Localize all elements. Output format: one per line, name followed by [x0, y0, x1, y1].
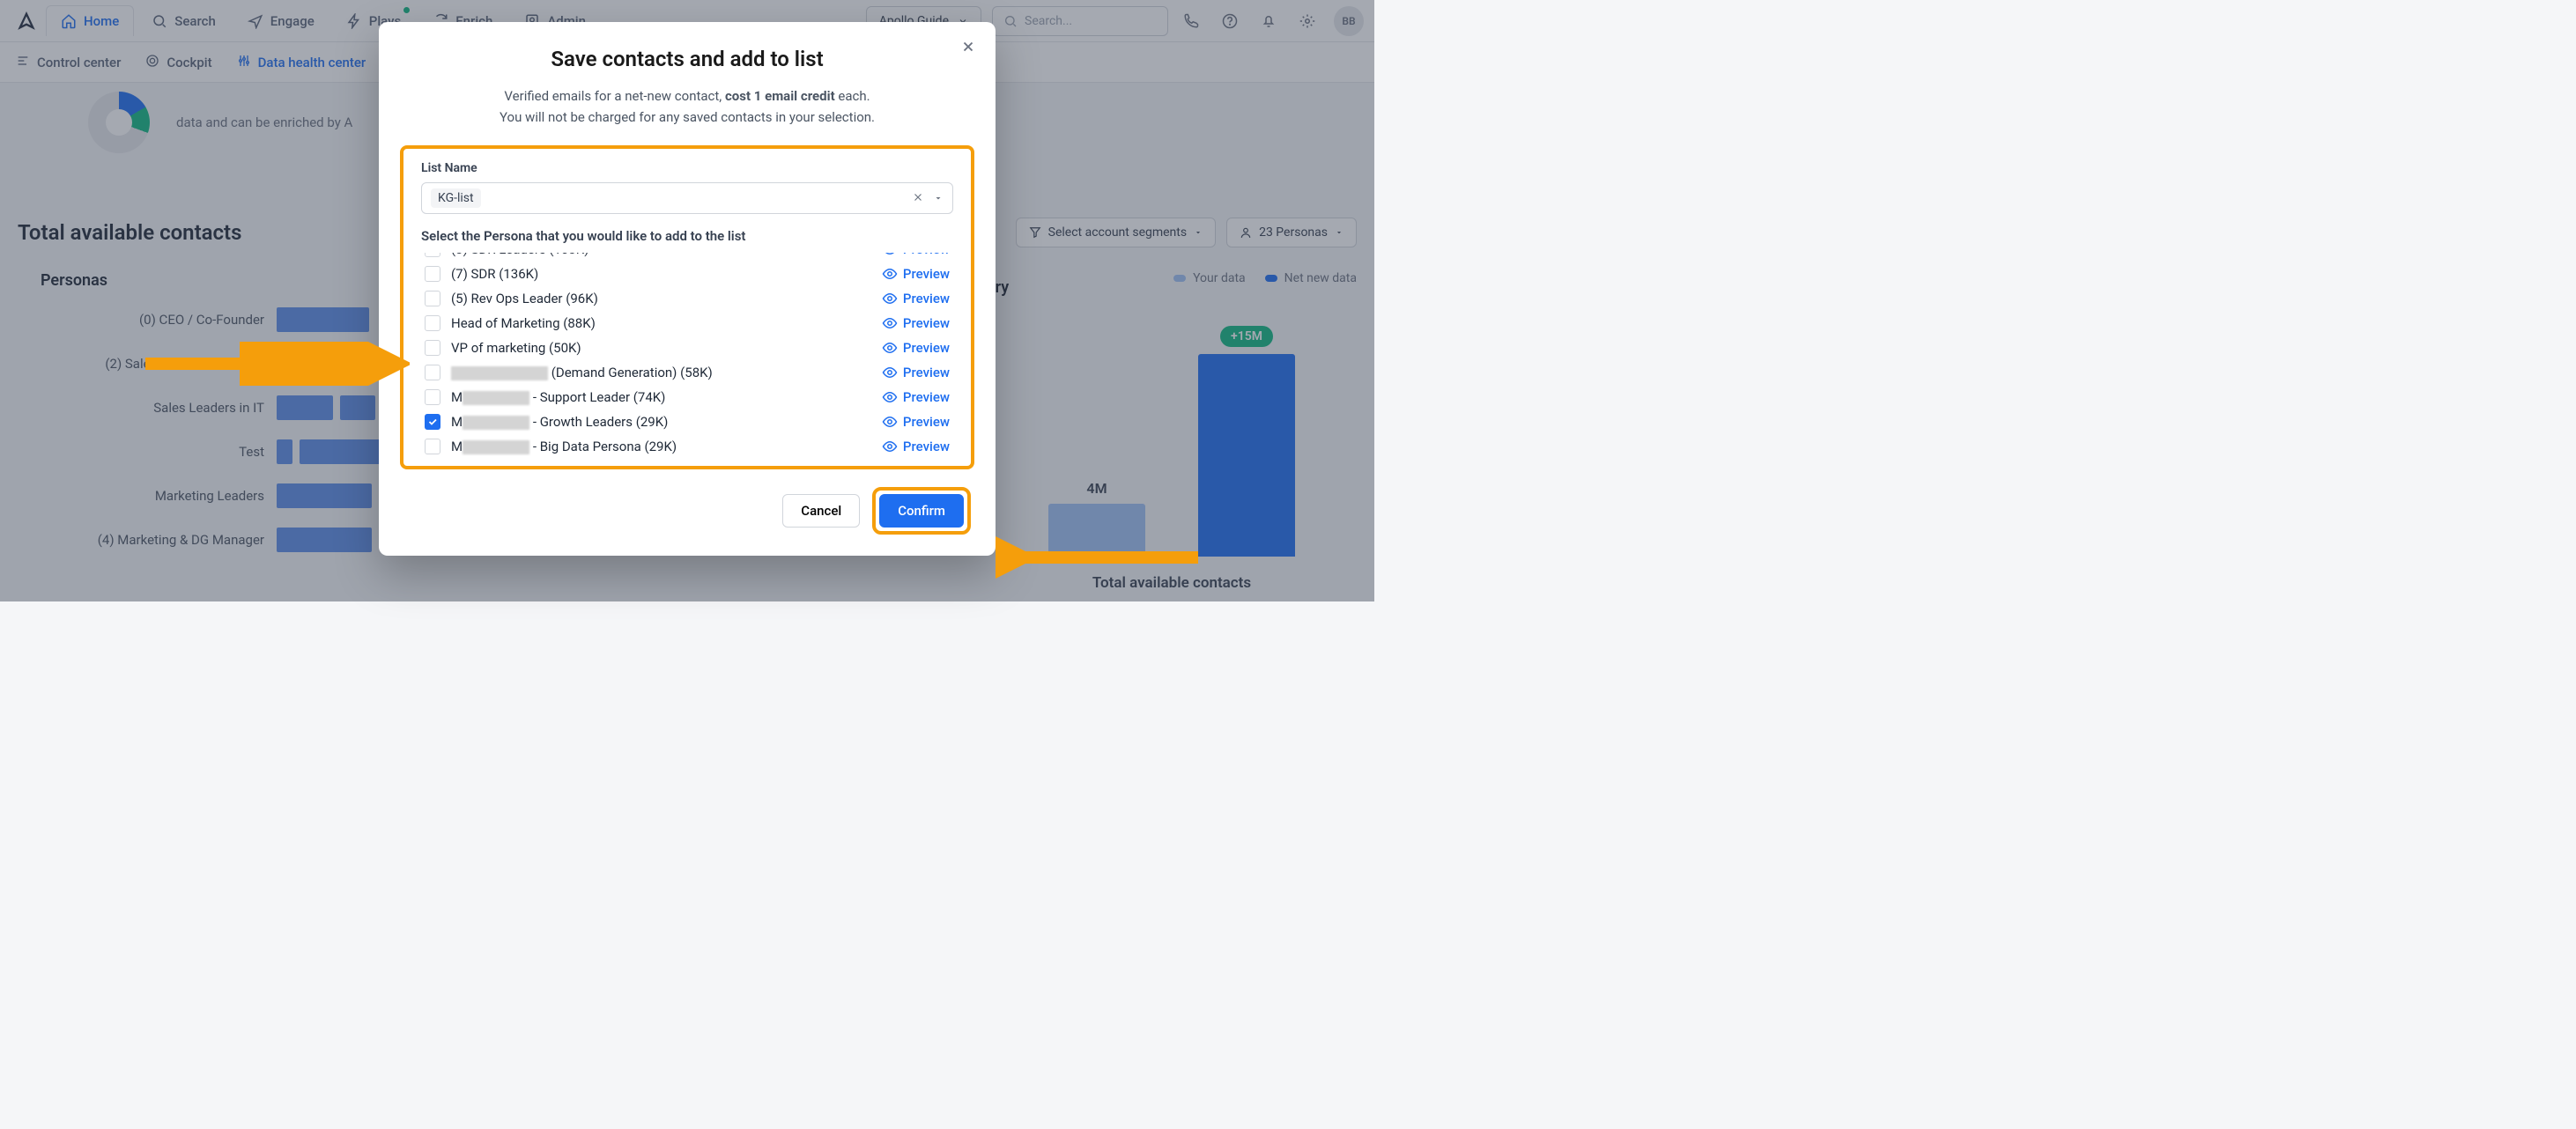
persona-checkbox[interactable]	[425, 266, 440, 282]
preview-link[interactable]: Preview	[882, 291, 950, 306]
persona-checkbox[interactable]	[425, 414, 440, 430]
list-name-label: List Name	[421, 161, 953, 175]
annotation-arrow-right	[996, 535, 1207, 579]
persona-option-label: VP of marketing (50K)	[451, 340, 871, 356]
confirm-button[interactable]: Confirm	[879, 494, 964, 528]
persona-option-label: M - Big Data Persona (29K)	[451, 439, 871, 454]
chevron-down-icon[interactable]	[933, 190, 944, 207]
persona-checkbox[interactable]	[425, 439, 440, 454]
modal-subtitle: Verified emails for a net-new contact, c…	[379, 85, 996, 128]
modal-body-highlight: List Name KG-list Select the Persona tha…	[400, 145, 974, 469]
persona-option-label: (5) Rev Ops Leader (96K)	[451, 291, 871, 306]
persona-prompt: Select the Persona that you would like t…	[421, 228, 953, 244]
annotation-arrow-left	[145, 342, 410, 386]
persona-checkbox[interactable]	[425, 389, 440, 405]
close-icon[interactable]	[960, 38, 976, 59]
preview-link[interactable]: Preview	[882, 365, 950, 380]
preview-link[interactable]: Preview	[882, 315, 950, 331]
persona-checkbox[interactable]	[425, 291, 440, 306]
persona-option-label: Head of Marketing (88K)	[451, 315, 871, 331]
persona-option-label: M - Support Leader (74K)	[451, 389, 871, 405]
list-name-input[interactable]: KG-list	[421, 182, 953, 214]
modal-title: Save contacts and add to list	[379, 47, 996, 71]
persona-option: M - Growth Leaders (29K) Preview	[421, 410, 953, 434]
preview-link[interactable]: Preview	[882, 414, 950, 430]
persona-checkbox[interactable]	[425, 365, 440, 380]
persona-option: VP of marketing (50K) Preview	[421, 336, 953, 360]
cancel-button[interactable]: Cancel	[782, 494, 860, 528]
persona-checkbox[interactable]	[425, 315, 440, 331]
save-contacts-modal: Save contacts and add to list Verified e…	[379, 22, 996, 556]
persona-option: Head of Marketing (88K) Preview	[421, 311, 953, 336]
confirm-highlight: Confirm	[872, 487, 971, 535]
list-chip[interactable]: KG-list	[431, 188, 481, 208]
persona-option-label: (Demand Generation) (58K)	[451, 365, 871, 380]
preview-link[interactable]: Preview	[882, 340, 950, 356]
clear-icon[interactable]	[912, 190, 924, 207]
persona-option: (7) SDR (136K) Preview	[421, 262, 953, 286]
persona-option: (5) Rev Ops Leader (96K) Preview	[421, 286, 953, 311]
persona-checkbox[interactable]	[425, 340, 440, 356]
preview-link[interactable]: Preview	[882, 439, 950, 454]
persona-option: M - Support Leader (74K) Preview	[421, 385, 953, 410]
preview-link[interactable]: Preview	[882, 253, 950, 257]
persona-option: M - Big Data Persona (29K) Preview	[421, 434, 953, 459]
persona-option-label: (7) SDR (136K)	[451, 266, 871, 282]
persona-option: (Demand Generation) (58K) Preview	[421, 360, 953, 385]
persona-option-label: M - Growth Leaders (29K)	[451, 414, 871, 430]
preview-link[interactable]: Preview	[882, 389, 950, 405]
preview-link[interactable]: Preview	[882, 266, 950, 282]
persona-checkbox[interactable]	[425, 253, 440, 257]
persona-list: (3) SDR Leaders (103K)Preview(7) SDR (13…	[421, 253, 953, 459]
